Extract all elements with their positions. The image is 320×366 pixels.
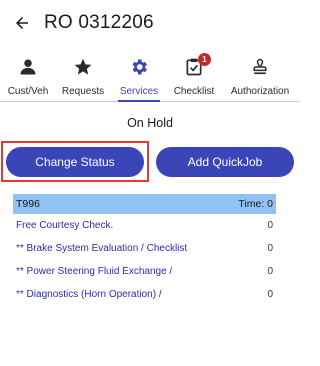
tab-authorization[interactable]: Authorization	[220, 52, 300, 101]
tab-cust-veh[interactable]: Cust/Veh	[0, 52, 56, 101]
list-item[interactable]: ** Power Steering Fluid Exchange / 0	[13, 260, 276, 283]
job-header[interactable]: T996 Time: 0	[13, 194, 276, 214]
arrow-left-icon[interactable]	[13, 14, 31, 32]
list-item[interactable]: Free Courtesy Check. 0	[13, 214, 276, 237]
app-header: RO 0312206	[0, 0, 300, 46]
tab-label: Requests	[61, 86, 105, 97]
tab-label: Authorization	[230, 86, 290, 97]
service-value: 0	[267, 243, 273, 254]
list-item[interactable]: ** Diagnostics (Horn Operation) / 0	[13, 283, 276, 306]
page-title: RO 0312206	[44, 12, 154, 33]
tab-checklist[interactable]: 1 Checklist	[168, 52, 220, 101]
add-quickjob-button[interactable]: Add QuickJob	[156, 147, 294, 177]
tab-bar: Cust/Veh Requests Services 1 Checklist A…	[0, 52, 300, 102]
job-time: Time: 0	[238, 198, 273, 210]
service-name: ** Diagnostics (Horn Operation) /	[16, 289, 162, 300]
service-name: Free Courtesy Check.	[16, 220, 114, 231]
back-button[interactable]	[0, 0, 44, 46]
service-name: ** Brake System Evaluation / Checklist	[16, 243, 188, 254]
star-icon	[73, 56, 93, 78]
service-value: 0	[267, 220, 273, 231]
person-icon	[18, 56, 38, 78]
tab-services[interactable]: Services	[110, 52, 168, 102]
gear-icon	[129, 56, 149, 78]
tab-label: Cust/Veh	[7, 86, 49, 97]
stamp-icon	[250, 56, 270, 78]
service-name: ** Power Steering Fluid Exchange /	[16, 266, 173, 277]
list-item[interactable]: ** Brake System Evaluation / Checklist 0	[13, 237, 276, 260]
notification-badge: 1	[198, 53, 211, 66]
tab-label: Checklist	[173, 86, 215, 97]
ro-status-text: On Hold	[127, 116, 173, 130]
job-list: T996 Time: 0 Free Courtesy Check. 0 ** B…	[13, 194, 276, 306]
service-value: 0	[267, 266, 273, 277]
tab-label: Services	[119, 86, 159, 97]
job-code: T996	[16, 198, 40, 210]
change-status-button[interactable]: Change Status	[6, 147, 144, 177]
tab-requests[interactable]: Requests	[56, 52, 110, 101]
service-value: 0	[267, 289, 273, 300]
checklist-icon: 1	[184, 53, 211, 78]
